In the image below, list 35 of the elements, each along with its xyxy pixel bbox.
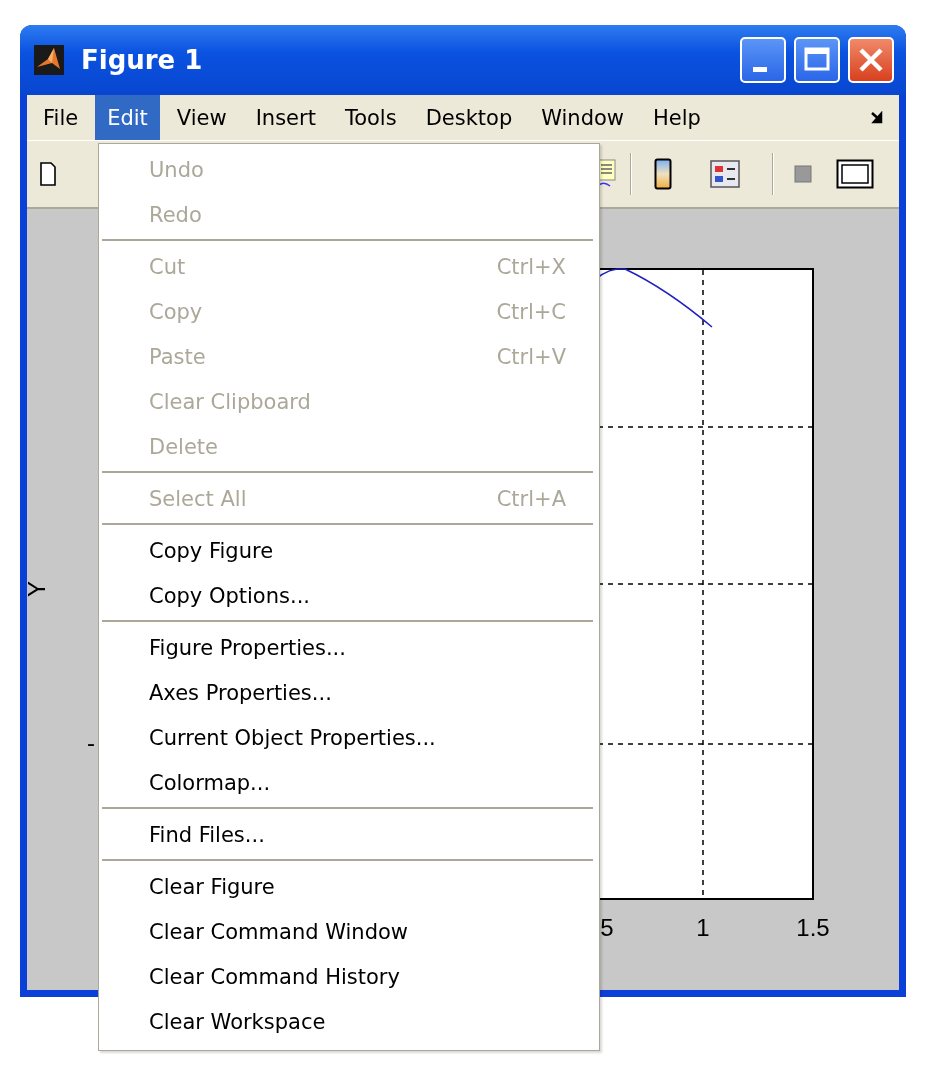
menu-option[interactable]: Current Object Properties... — [102, 715, 593, 760]
menu-item[interactable]: File — [31, 95, 91, 140]
menu-option[interactable]: Figure Properties... — [102, 625, 593, 670]
menu-option[interactable]: Clear Workspace — [102, 999, 593, 1044]
app-logo-icon — [34, 45, 64, 75]
colorbar-icon[interactable] — [654, 158, 672, 190]
menu-option[interactable]: Clear Command Window — [102, 909, 593, 954]
legend-icon[interactable] — [710, 160, 740, 188]
menu-item[interactable]: Window — [529, 95, 637, 140]
dock-arrow-icon[interactable] — [871, 110, 885, 125]
menu-option[interactable]: Colormap... — [102, 760, 593, 805]
tick-label: 1 — [696, 914, 710, 941]
minimize-button[interactable] — [740, 37, 786, 83]
tick-label: 1.5 — [796, 914, 830, 941]
menu-option[interactable]: Clear Figure — [102, 864, 593, 909]
new-file-icon[interactable] — [40, 161, 56, 187]
menu-item[interactable]: Edit — [95, 95, 160, 140]
menu-option[interactable]: Copy Figure — [102, 528, 593, 573]
close-button[interactable] — [848, 37, 894, 83]
window-icon[interactable] — [836, 159, 874, 189]
menu-item[interactable]: Tools — [332, 95, 409, 140]
window-title: Figure 1 — [81, 45, 204, 75]
menu-option[interactable]: Clear Command History — [102, 954, 593, 999]
tick-label: 5 — [600, 914, 614, 941]
menu-option[interactable]: Axes Properties... — [102, 670, 593, 715]
menu-option[interactable]: Copy Options... — [102, 573, 593, 618]
maximize-button[interactable] — [794, 37, 840, 83]
menu-item[interactable]: Insert — [243, 95, 328, 140]
axis-label: Y — [27, 581, 50, 597]
tick-label: - — [87, 729, 95, 756]
menu-item[interactable]: View — [164, 95, 239, 140]
menu-item[interactable]: Help — [641, 95, 713, 140]
menu-item[interactable]: Desktop — [413, 95, 525, 140]
menu-option[interactable]: Find Files... — [102, 812, 593, 857]
minimize-icon — [753, 66, 767, 72]
